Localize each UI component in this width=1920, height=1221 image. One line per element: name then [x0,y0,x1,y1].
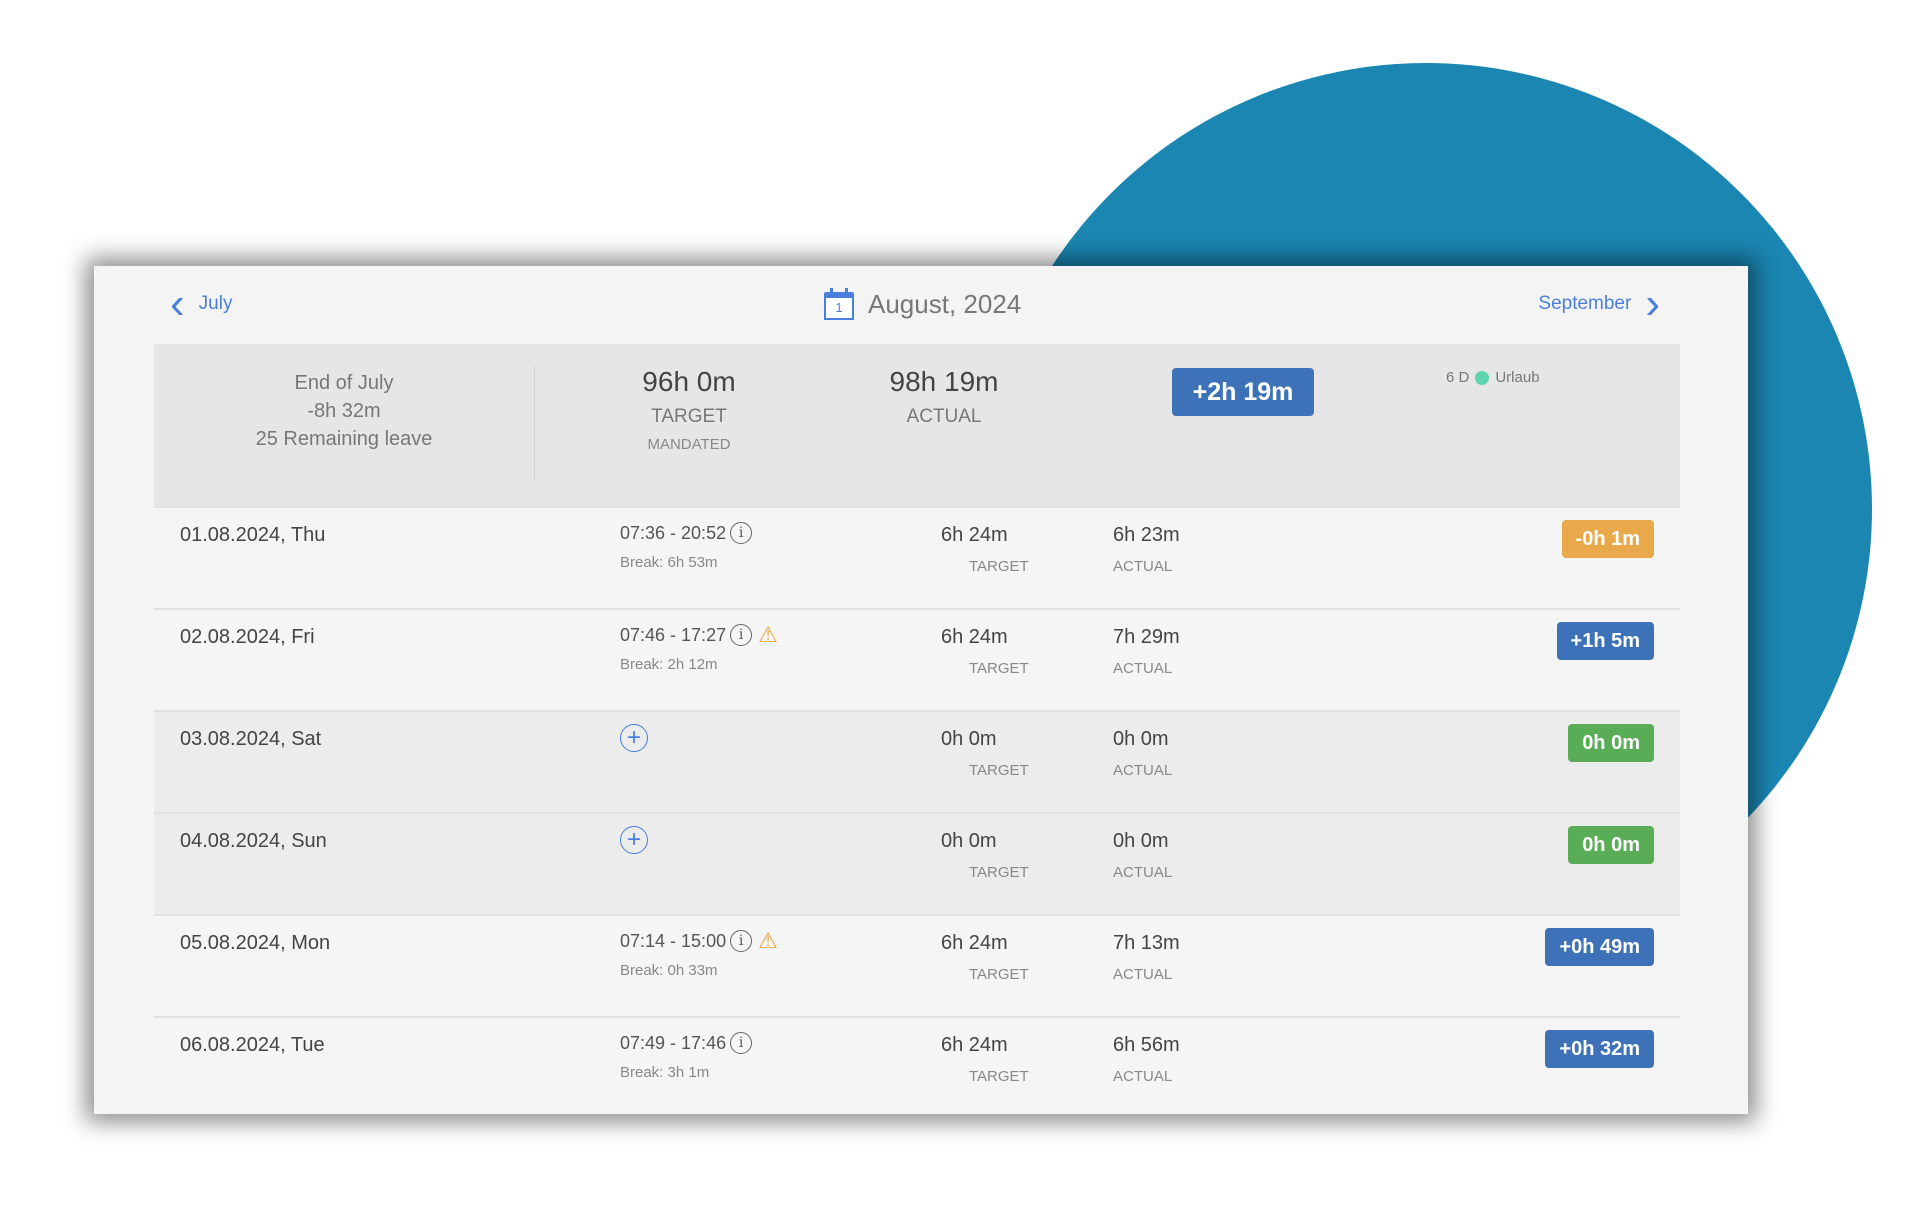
day-actual: 6h 23m [1113,524,1180,546]
work-time-range: 07:46 - 17:27 [620,624,727,645]
day-row[interactable]: 05.08.2024, Mon 07:14 - 15:00 i ⚠ Break:… [154,914,1680,1016]
leave-dot-icon [1475,370,1490,385]
next-month-button[interactable]: September › [1538,282,1660,326]
info-icon[interactable]: i [730,624,753,646]
day-actual: 7h 29m [1113,626,1180,648]
target-label: TARGET [651,406,727,427]
leave-days: 6 D [1446,369,1470,386]
timesheet-card: ‹ July 1 August, 2024 September › End of… [94,266,1748,1114]
day-target-label: TARGET [969,660,1029,677]
work-time: 07:36 - 20:52 i [620,522,753,544]
target-total: 96h 0m [642,366,736,397]
chevron-left-icon: ‹ [170,279,185,328]
day-date: 03.08.2024, Sat [180,728,322,750]
previous-month-summary: End of July -8h 32m 25 Remaining leave [154,344,534,506]
day-date: 06.08.2024, Tue [180,1034,325,1056]
day-row[interactable]: 04.08.2024, Sun + 0h 0m TARGET 0h 0m ACT… [154,812,1680,914]
day-balance-badge: 0h 0m [1568,826,1654,864]
calendar-icon: 1 [824,288,854,320]
day-target: 6h 24m [941,524,1008,546]
day-target-label: TARGET [969,966,1029,983]
day-target: 6h 24m [941,932,1008,954]
day-list: 01.08.2024, Thu 07:36 - 20:52 i Break: 6… [154,506,1680,1114]
chevron-right-icon: › [1645,279,1660,328]
info-icon[interactable]: i [730,1032,753,1054]
stage: ‹ July 1 August, 2024 September › End of… [0,0,1920,1221]
day-date: 04.08.2024, Sun [180,830,327,852]
work-time-range: 07:36 - 20:52 [620,522,727,543]
day-actual-label: ACTUAL [1113,660,1173,677]
work-time: 07:14 - 15:00 i ⚠ [620,930,778,952]
end-of-month-balance: -8h 32m [307,400,381,422]
day-actual-label: ACTUAL [1113,966,1173,983]
prev-month-button[interactable]: ‹ July [170,282,232,326]
day-balance-badge: 0h 0m [1568,724,1654,762]
actual-label: ACTUAL [906,406,982,427]
leave-type: Urlaub [1495,369,1540,386]
day-balance-badge: +1h 5m [1556,622,1654,660]
month-balance-badge: +2h 19m [1172,368,1314,416]
month-title: 1 August, 2024 [824,284,1021,324]
day-target: 6h 24m [941,1034,1008,1056]
day-balance-badge: +0h 32m [1545,1030,1654,1068]
day-balance-badge: -0h 1m [1561,520,1654,558]
info-icon[interactable]: i [730,522,753,544]
day-actual: 6h 56m [1113,1034,1180,1056]
day-target: 6h 24m [941,626,1008,648]
next-month-label: September [1538,293,1632,314]
month-navigation: ‹ July 1 August, 2024 September › [94,266,1748,342]
info-icon[interactable]: i [730,930,753,952]
prev-month-label: July [198,293,233,314]
work-time-range: 07:49 - 17:46 [620,1032,727,1053]
day-actual-label: ACTUAL [1113,762,1173,779]
day-target-label: TARGET [969,558,1029,575]
warning-icon[interactable]: ⚠ [758,930,778,952]
day-actual: 0h 0m [1113,728,1169,750]
work-time: 07:46 - 17:27 i ⚠ [620,624,778,646]
day-target-label: TARGET [969,762,1029,779]
day-target: 0h 0m [941,830,997,852]
target-sublabel: MANDATED [647,436,731,453]
day-target-label: TARGET [969,1068,1029,1085]
warning-icon[interactable]: ⚠ [758,624,778,646]
target-summary: 96h 0m TARGET MANDATED [534,366,844,453]
day-date: 05.08.2024, Mon [180,932,331,954]
day-row[interactable]: 02.08.2024, Fri 07:46 - 17:27 i ⚠ Break:… [154,608,1680,710]
day-actual-label: ACTUAL [1113,558,1173,575]
day-actual-label: ACTUAL [1113,864,1173,881]
day-date: 01.08.2024, Thu [180,524,326,546]
day-row[interactable]: 01.08.2024, Thu 07:36 - 20:52 i Break: 6… [154,506,1680,608]
work-time: 07:49 - 17:46 i [620,1032,753,1054]
day-actual: 0h 0m [1113,830,1169,852]
plus-circle-icon[interactable]: + [620,826,648,854]
day-date: 02.08.2024, Fri [180,626,315,648]
leave-indicator: 6 D Urlaub [1446,369,1540,386]
day-target-label: TARGET [969,864,1029,881]
month-title-text: August, 2024 [868,288,1022,319]
day-actual: 7h 13m [1113,932,1180,954]
month-summary: End of July -8h 32m 25 Remaining leave 9… [154,344,1680,506]
end-of-month-label: End of July [294,372,394,394]
actual-total: 98h 19m [889,366,999,397]
day-balance-badge: +0h 49m [1545,928,1654,966]
remaining-leave: 25 Remaining leave [255,428,433,450]
break-duration: Break: 3h 1m [620,1064,710,1081]
break-duration: Break: 2h 12m [620,656,718,673]
day-actual-label: ACTUAL [1113,1068,1173,1085]
break-duration: Break: 6h 53m [620,554,718,571]
work-time-range: 07:14 - 15:00 [620,930,727,951]
day-row[interactable]: 06.08.2024, Tue 07:49 - 17:46 i Break: 3… [154,1016,1680,1114]
actual-summary: 98h 19m ACTUAL [814,366,1074,428]
plus-circle-icon[interactable]: + [620,724,648,752]
day-row[interactable]: 03.08.2024, Sat + 0h 0m TARGET 0h 0m ACT… [154,710,1680,812]
break-duration: Break: 0h 33m [620,962,718,979]
day-target: 0h 0m [941,728,997,750]
